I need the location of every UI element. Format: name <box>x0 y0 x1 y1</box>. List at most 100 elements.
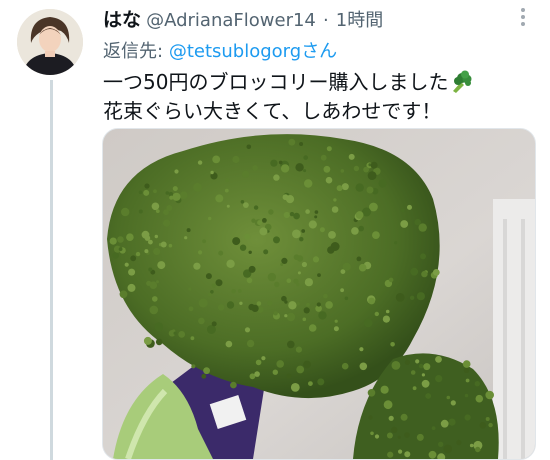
broccoli-floret <box>261 356 266 361</box>
broccoli-floret <box>244 327 251 333</box>
broccoli-floret <box>239 244 247 251</box>
broccoli-floret <box>288 138 296 146</box>
broccoli-floret <box>456 439 462 446</box>
broccoli-floret <box>141 230 150 239</box>
broccoli-floret <box>303 155 308 160</box>
broccoli-floret <box>465 378 470 383</box>
broccoli-floret <box>367 171 377 180</box>
broccoli-floret <box>336 185 343 192</box>
broccoli-floret <box>368 415 373 420</box>
broccoli-floret <box>317 273 321 277</box>
broccoli-floret <box>286 373 292 379</box>
broccoli-floret <box>172 192 181 201</box>
broccoli-floret <box>230 381 237 389</box>
broccoli-floret <box>304 179 313 188</box>
broccoli-floret <box>463 367 470 373</box>
broccoli-floret <box>112 252 119 259</box>
broccoli-floret <box>193 262 201 270</box>
broccoli-floret <box>293 212 300 220</box>
timestamp[interactable]: 1時間 <box>336 10 383 31</box>
tweet-media-photo[interactable] <box>102 128 536 460</box>
reply-label: 返信先: <box>103 41 164 62</box>
broccoli-floret <box>404 432 410 438</box>
broccoli-floret <box>428 450 437 459</box>
display-name[interactable]: はな <box>103 9 141 31</box>
broccoli-floret <box>301 261 307 268</box>
more-options-icon[interactable] <box>512 5 534 29</box>
broccoli-floret <box>423 363 431 371</box>
broccoli-floret <box>286 312 296 322</box>
broccoli-floret <box>172 186 178 192</box>
broccoli-floret <box>251 304 259 312</box>
broccoli-floret <box>469 443 474 448</box>
thread-line <box>50 80 53 460</box>
broccoli-floret <box>391 426 398 433</box>
broccoli-floret <box>474 381 480 387</box>
broccoli-floret <box>358 263 367 272</box>
broccoli-floret <box>355 183 364 192</box>
broccoli-floret <box>394 241 398 245</box>
broccoli-floret <box>325 301 333 309</box>
broccoli-floret <box>226 259 235 268</box>
broccoli-floret <box>166 205 173 211</box>
broccoli-floret <box>416 292 425 301</box>
broccoli-floret <box>243 202 249 208</box>
broccoli-floret <box>303 307 310 314</box>
tweet-text: 一つ50円のブロッコリー購入しました 花束ぐらい大きくて、しあわせです！ <box>103 68 523 126</box>
broccoli-floret <box>323 293 328 299</box>
broccoli-floret <box>244 233 251 240</box>
broccoli-floret <box>157 261 166 270</box>
broccoli-floret <box>409 295 415 300</box>
broccoli-floret <box>306 302 310 307</box>
broccoli-floret <box>319 227 325 233</box>
broccoli-floret <box>438 441 444 447</box>
broccoli-floret <box>135 251 141 257</box>
broccoli-floret <box>210 170 214 175</box>
broccoli-floret <box>253 205 259 210</box>
broccoli-floret <box>421 373 425 377</box>
broccoli-floret <box>198 250 203 255</box>
broccoli-floret <box>295 163 304 172</box>
broccoli-floret <box>374 434 380 439</box>
broccoli-floret <box>387 451 394 458</box>
reply-suffix: さん <box>301 41 338 62</box>
broccoli-floret <box>186 228 191 233</box>
broccoli-floret <box>239 301 243 305</box>
broccoli-floret <box>225 340 233 348</box>
broccoli-floret <box>378 179 387 188</box>
broccoli-floret <box>202 239 206 244</box>
broccoli-floret <box>188 287 192 291</box>
broccoli-floret <box>267 300 273 306</box>
broccoli-floret <box>342 262 351 271</box>
broccoli-floret <box>293 254 300 260</box>
broccoli-floret <box>262 218 267 223</box>
broccoli-floret <box>146 280 152 286</box>
broccoli-floret <box>368 297 375 305</box>
broccoli-floret <box>328 231 336 239</box>
broccoli-floret <box>117 236 124 243</box>
broccoli-floret <box>420 253 426 260</box>
broccoli-floret <box>317 378 325 386</box>
broccoli-floret <box>163 219 171 227</box>
broccoli-floret <box>240 200 245 204</box>
broccoli-floret <box>201 373 207 379</box>
broccoli-floret <box>435 375 443 383</box>
broccoli-floret <box>353 165 360 172</box>
user-handle[interactable]: @AdrianaFlower14 <box>146 10 316 31</box>
reply-handle-link[interactable]: @tetsublogorg <box>169 41 301 62</box>
broccoli-floret <box>211 321 217 327</box>
broccoli-floret <box>475 394 484 403</box>
broccoli-floret <box>119 290 128 299</box>
broccoli-floret <box>446 395 451 400</box>
broccoli-floret <box>388 277 394 283</box>
broccoli-floret <box>151 202 160 211</box>
broccoli-floret <box>295 346 302 353</box>
broccoli-floret <box>231 289 236 294</box>
broccoli-floret <box>367 389 376 397</box>
broccoli-floret <box>348 153 355 160</box>
broccoli-floret <box>287 340 295 349</box>
broccoli-floret <box>380 385 389 394</box>
broccoli-floret <box>246 144 252 150</box>
avatar[interactable] <box>17 9 83 75</box>
broccoli-floret <box>432 269 440 276</box>
